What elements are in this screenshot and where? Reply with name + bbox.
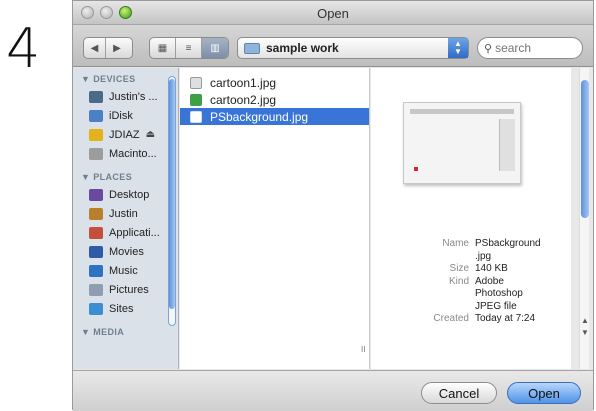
file-info: Name PSbackground .jpg Size 140 KB Kind Ado… xyxy=(411,238,561,326)
size-value: 140 KB xyxy=(475,263,508,274)
step-number: 4 xyxy=(6,17,41,80)
file-icon xyxy=(190,93,202,106)
sidebar-item-label: Music xyxy=(109,264,138,277)
sidebar-item-label: Desktop xyxy=(109,188,150,201)
kind-value-3: JPEG file xyxy=(475,300,517,312)
movies-icon xyxy=(89,245,103,258)
idisk-icon xyxy=(89,109,103,122)
sidebar-item-sites[interactable]: Sites xyxy=(73,299,178,318)
window-title: Open xyxy=(317,6,349,21)
music-icon xyxy=(89,264,103,277)
sidebar-item-label: Applicati... xyxy=(109,226,160,239)
kind-value: Adobe xyxy=(475,275,504,287)
cancel-button[interactable]: Cancel xyxy=(421,382,497,404)
file-name: cartoon2.jpg xyxy=(210,92,277,107)
sidebar-item-label: Justin xyxy=(109,207,138,220)
devices-header: ▼ DEVICES xyxy=(81,74,136,84)
sidebar-item-label: Macinto... xyxy=(109,147,157,160)
created-key: Created xyxy=(433,313,469,324)
sidebar-item-macintosh[interactable]: Macinto... xyxy=(73,144,178,163)
drive-icon xyxy=(89,128,103,141)
sidebar-item-pictures[interactable]: Pictures xyxy=(73,280,178,299)
sidebar-item-applications[interactable]: Applicati... xyxy=(73,223,178,242)
name-key: Name xyxy=(442,238,469,249)
name-value: PSbackground xyxy=(475,238,541,249)
location-popup[interactable]: sample work ▲ ▼ xyxy=(237,37,469,59)
file-item-selected[interactable]: PSbackground.jpg xyxy=(180,108,369,125)
titlebar: Open xyxy=(73,1,593,25)
popup-arrows-icon: ▲ ▼ xyxy=(448,38,468,58)
scroll-thumb[interactable] xyxy=(581,80,589,218)
file-column: cartoon1.jpg cartoon2.jpg PSbackground.j… xyxy=(180,68,370,369)
kind-value-2: Photoshop xyxy=(475,288,523,299)
column-view-button[interactable]: ▥ xyxy=(202,38,228,58)
scroll-down-arrow-icon[interactable]: ▼ xyxy=(581,328,589,337)
computer-icon xyxy=(89,90,103,103)
hard-drive-icon xyxy=(89,147,103,160)
sidebar-item-label: Pictures xyxy=(109,283,149,296)
list-view-button[interactable]: ≡ xyxy=(176,38,202,58)
sidebar-scrollbar[interactable] xyxy=(168,76,176,326)
created-value: Today at 7:24 xyxy=(475,313,536,324)
location-label: sample work xyxy=(266,41,339,55)
applications-icon xyxy=(89,226,103,239)
sidebar-item-label: Justin's ... xyxy=(109,90,158,103)
file-item[interactable]: cartoon1.jpg xyxy=(180,74,369,91)
file-name: PSbackground.jpg xyxy=(210,109,309,124)
icon-view-button[interactable]: ▦ xyxy=(150,38,176,58)
open-button[interactable]: Open xyxy=(507,382,581,404)
pictures-icon xyxy=(89,283,103,296)
places-header: ▼ PLACES xyxy=(81,172,133,182)
size-key: Size xyxy=(449,263,469,274)
file-icon xyxy=(190,110,202,123)
folder-icon xyxy=(244,42,260,54)
home-icon xyxy=(89,207,103,220)
forward-button[interactable]: ▶ xyxy=(106,38,128,58)
sidebar: ▼ DEVICES Justin's ... iDisk JDIAZ ⏏ Mac… xyxy=(73,68,179,369)
sidebar-item-jdiaz[interactable]: JDIAZ ⏏ xyxy=(73,125,178,144)
file-icon xyxy=(190,76,202,89)
search-input[interactable] xyxy=(495,41,576,55)
sidebar-item-computer[interactable]: Justin's ... xyxy=(73,87,178,106)
file-name: cartoon1.jpg xyxy=(210,75,277,90)
sidebar-item-desktop[interactable]: Desktop xyxy=(73,185,178,204)
search-icon: ⚲ xyxy=(484,42,493,55)
eject-icon[interactable]: ⏏ xyxy=(146,129,155,140)
sidebar-item-label: JDIAZ xyxy=(109,128,140,141)
columns-scrollbar[interactable]: ▲ ▼ xyxy=(579,68,589,369)
open-dialog: Open ◀ ▶ ▦ ≡ ▥ sample work ▲▼ ⚲ ▼ DEVICE… xyxy=(72,0,594,411)
scroll-up-arrow-icon[interactable]: ▲ xyxy=(581,316,589,325)
navigation-buttons: ◀ ▶ xyxy=(83,37,133,59)
file-item[interactable]: cartoon2.jpg xyxy=(180,91,369,108)
sidebar-item-music[interactable]: Music xyxy=(73,261,178,280)
dialog-footer: Cancel Open xyxy=(73,370,593,411)
sidebar-item-movies[interactable]: Movies xyxy=(73,242,178,261)
preview-thumbnail xyxy=(403,102,521,184)
sidebar-item-justin[interactable]: Justin xyxy=(73,204,178,223)
sidebar-item-idisk[interactable]: iDisk xyxy=(73,106,178,125)
column-resize-handle[interactable]: II xyxy=(361,345,367,354)
search-field[interactable]: ⚲ xyxy=(477,37,583,59)
media-header: ▼ MEDIA xyxy=(81,327,125,337)
back-button[interactable]: ◀ xyxy=(84,38,106,58)
name-value-ext: .jpg xyxy=(475,250,492,262)
preview-column: Name PSbackground .jpg Size 140 KB Kind Ado… xyxy=(371,68,571,369)
sidebar-item-label: Sites xyxy=(109,302,134,315)
desktop-icon xyxy=(89,188,103,201)
sites-icon xyxy=(89,302,103,315)
kind-key: Kind xyxy=(448,275,469,287)
toolbar: ◀ ▶ ▦ ≡ ▥ sample work ▲ ▼ ⚲ xyxy=(73,25,593,67)
sidebar-scroll-thumb[interactable] xyxy=(169,79,175,309)
view-mode-buttons: ▦ ≡ ▥ xyxy=(149,37,229,59)
sidebar-item-label: iDisk xyxy=(109,109,133,122)
sidebar-item-label: Movies xyxy=(109,245,144,258)
